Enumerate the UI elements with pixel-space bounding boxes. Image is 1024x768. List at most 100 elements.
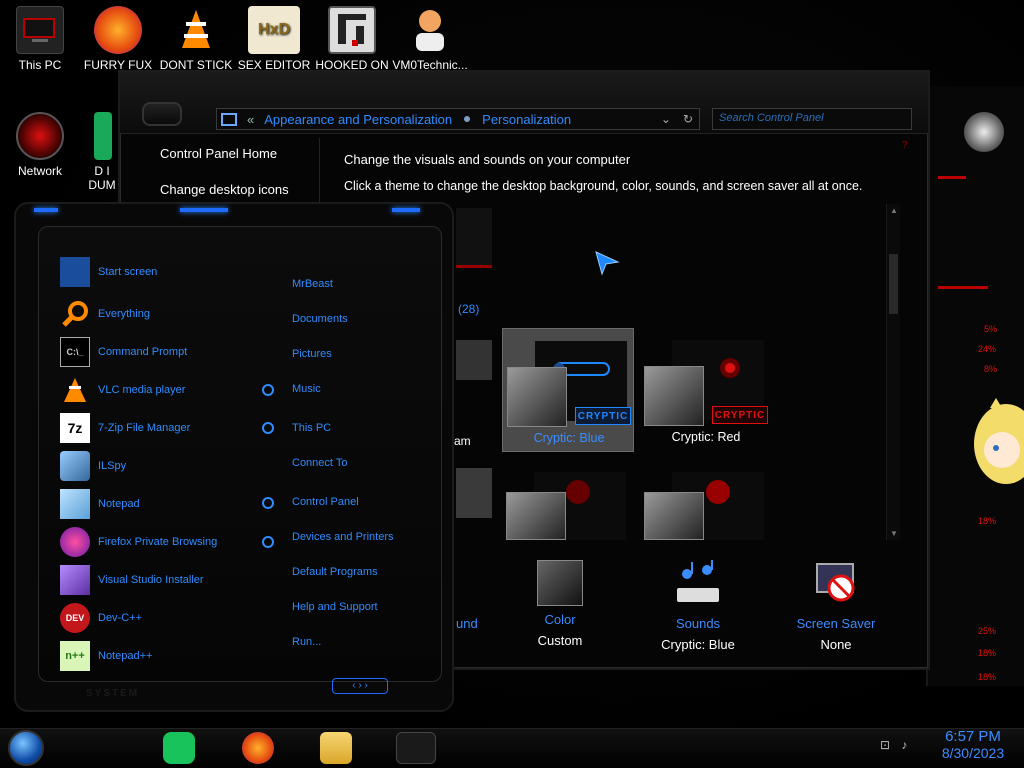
network-globe-icon — [16, 112, 64, 160]
theme-color-swatch — [506, 492, 566, 540]
notepad-icon — [60, 489, 90, 519]
volume-icon[interactable]: ♪ — [901, 738, 907, 752]
desktop-icon-vm0technic[interactable]: VM0Technic... — [390, 6, 470, 72]
app-label: Everything — [98, 308, 150, 320]
scroll-thumb[interactable] — [889, 254, 898, 314]
color-value: Custom — [537, 633, 583, 648]
place-this-pc[interactable]: This PC — [292, 422, 331, 434]
pin-icon — [262, 422, 274, 434]
theme-tile[interactable] — [640, 460, 772, 540]
app-visual-studio-installer[interactable]: Visual Studio Installer — [60, 562, 204, 598]
desktop-icon-hooked-on[interactable]: HOOKED ON — [312, 6, 392, 72]
place-documents[interactable]: Documents — [292, 313, 348, 325]
app-label: Firefox Private Browsing — [98, 536, 218, 548]
taskbar-clock[interactable]: 6:57 PM 8/30/2023 — [930, 728, 1016, 761]
partial-theme-label: am — [454, 434, 471, 448]
place-music[interactable]: Music — [292, 383, 321, 395]
address-bar[interactable]: « Appearance and Personalization Persona… — [216, 108, 700, 130]
back-button[interactable] — [142, 102, 182, 126]
sounds-setting[interactable]: Sounds Cryptic: Blue — [638, 560, 758, 652]
theme-badge: CRYPTIC — [712, 406, 768, 424]
app-devcpp[interactable]: DEV Dev-C++ — [60, 600, 142, 636]
breadcrumb-personalization[interactable]: Personalization — [482, 112, 571, 127]
color-setting[interactable]: Color Custom — [500, 560, 620, 648]
clock-time: 6:57 PM — [945, 728, 1001, 745]
theme-name: Cryptic: Red — [671, 430, 741, 444]
app-ilspy[interactable]: ILSpy — [60, 448, 126, 484]
app-label: Start screen — [98, 266, 158, 278]
page-title: Change the visuals and sounds on your co… — [344, 152, 631, 167]
theme-color-swatch — [644, 492, 704, 540]
desktop-icon-sex-editor[interactable]: HxD SEX EDITOR — [234, 6, 314, 72]
app-label: ILSpy — [98, 460, 127, 472]
partial-theme-tile[interactable] — [456, 208, 492, 268]
control-panel-icon — [221, 112, 237, 126]
app-label: Notepad++ — [98, 650, 153, 662]
partial-theme-tile[interactable] — [456, 340, 492, 380]
app-7zip[interactable]: 7z 7-Zip File Manager — [60, 410, 190, 446]
theme-cryptic-blue[interactable]: CRYPTIC Cryptic: Blue — [502, 328, 634, 452]
place-control-panel[interactable]: Control Panel — [292, 496, 359, 508]
7zip-icon: 7z — [60, 413, 90, 443]
refresh-icon[interactable]: ↻ — [683, 112, 693, 126]
notepadpp-icon: n++ — [60, 641, 90, 671]
window-chrome: « Appearance and Personalization Persona… — [120, 72, 928, 151]
start-menu-footer-label: SYSTEM — [86, 688, 140, 699]
system-tray[interactable]: ⊡ ♪ — [880, 738, 907, 752]
place-mrbeast[interactable]: MrBeast — [292, 278, 333, 290]
app-vlc[interactable]: VLC media player — [60, 372, 185, 408]
chevron-down-icon[interactable]: ⌄ — [661, 112, 671, 126]
taskbar-firefox-icon[interactable] — [242, 732, 274, 764]
theme-side-panel: 5% 24% 8% 18% 25% 18% 18% — [926, 86, 1024, 686]
green-app-icon — [94, 112, 112, 160]
app-notepad[interactable]: Notepad — [60, 486, 140, 522]
network-icon[interactable]: ⊡ — [880, 738, 890, 752]
place-help-support[interactable]: Help and Support — [292, 601, 378, 613]
search-input[interactable]: Search Control Panel — [712, 108, 912, 130]
theme-scrollbar[interactable]: ▲ ▼ — [886, 204, 900, 540]
taskbar-file-explorer-icon[interactable] — [320, 732, 352, 764]
desktop-icon-network[interactable]: Network — [0, 112, 80, 178]
scroll-up-icon[interactable]: ▲ — [890, 206, 898, 215]
music-notes-icon — [673, 560, 723, 610]
scroll-down-icon[interactable]: ▼ — [890, 529, 898, 538]
link-control-panel-home[interactable]: Control Panel Home — [130, 138, 319, 174]
theme-cryptic-red[interactable]: CRYPTIC Cryptic: Red — [640, 328, 772, 452]
screensaver-setting[interactable]: Screen Saver None — [776, 560, 896, 652]
place-default-programs[interactable]: Default Programs — [292, 566, 378, 578]
place-run[interactable]: Run... — [292, 636, 321, 648]
character-decoration — [966, 394, 1024, 514]
stat-text: 18% — [978, 672, 997, 682]
search-magnifier-icon — [60, 299, 90, 329]
command-prompt-icon: C:\_ — [60, 337, 90, 367]
taskbar-notes-icon[interactable] — [163, 732, 195, 764]
taskbar-control-panel-icon[interactable] — [396, 732, 436, 764]
page-subtitle: Click a theme to change the desktop back… — [344, 179, 863, 193]
desktop-icon-label: This PC — [18, 58, 62, 72]
breadcrumb-overflow-icon[interactable]: « — [247, 112, 254, 127]
place-devices-printers[interactable]: Devices and Printers — [292, 531, 394, 543]
place-pictures[interactable]: Pictures — [292, 348, 332, 360]
desktop-icon-this-pc[interactable]: This PC — [0, 6, 80, 72]
start-button[interactable] — [8, 730, 44, 766]
desktop-icon-dont-stick[interactable]: DONT STICK — [156, 6, 236, 72]
theme-color-swatch — [507, 367, 567, 427]
app-everything[interactable]: Everything — [60, 296, 150, 332]
app-command-prompt[interactable]: C:\_ Command Prompt — [60, 334, 187, 370]
breadcrumb-appearance[interactable]: Appearance and Personalization — [264, 112, 452, 127]
app-firefox-private[interactable]: Firefox Private Browsing — [60, 524, 217, 560]
desktop-background-partial-label[interactable]: und — [456, 616, 478, 631]
start-menu-nav-arrows[interactable]: ‹ › › — [332, 678, 388, 694]
place-connect-to[interactable]: Connect To — [292, 457, 347, 469]
app-start-screen[interactable]: Start screen — [60, 254, 157, 290]
partial-theme-tile[interactable] — [456, 468, 492, 518]
vlc-cone-icon — [60, 375, 90, 405]
help-icon[interactable]: ? — [902, 140, 908, 151]
person-doctor-icon — [406, 6, 454, 54]
sounds-value: Cryptic: Blue — [661, 637, 735, 652]
app-notepadpp[interactable]: n++ Notepad++ — [60, 638, 152, 674]
themes-label-count: (28) — [458, 302, 480, 316]
theme-tile[interactable] — [502, 460, 634, 540]
desktop-icon-furry-fux[interactable]: FURRY FUX — [78, 6, 158, 72]
firefox-icon — [94, 6, 142, 54]
